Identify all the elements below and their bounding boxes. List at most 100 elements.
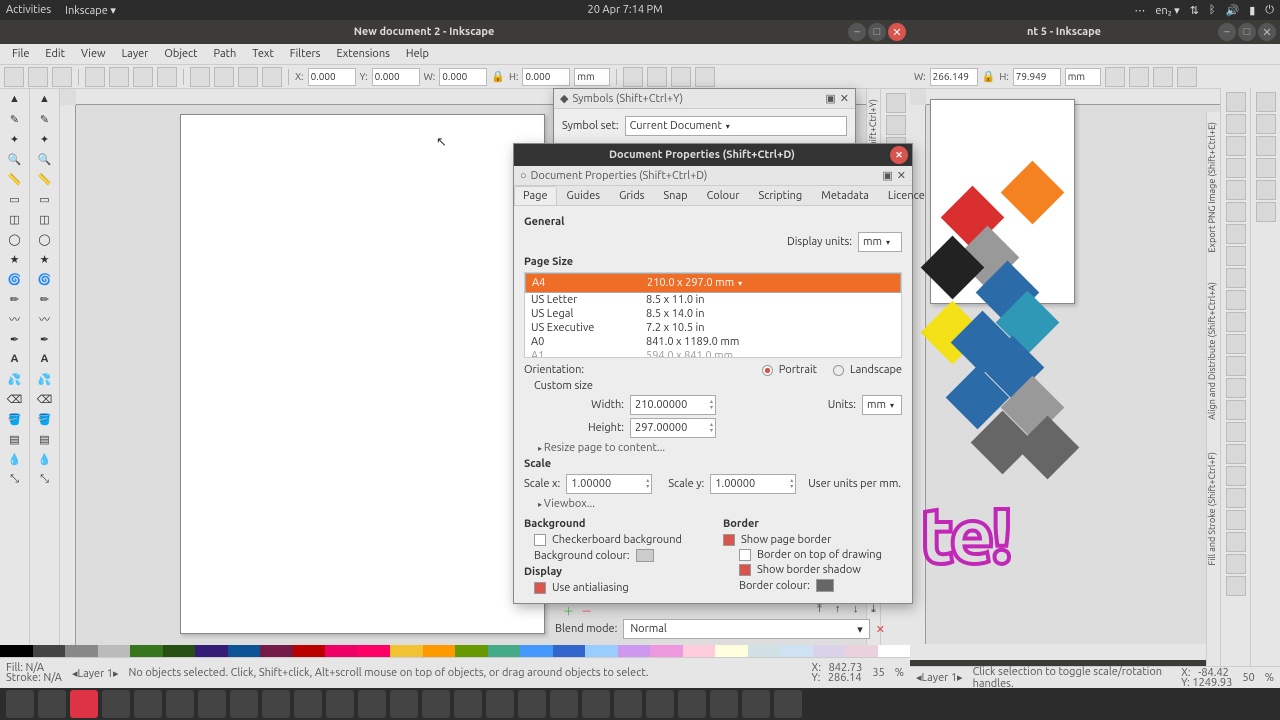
menu-path[interactable]: Path — [206, 46, 245, 62]
show-border-check[interactable] — [723, 534, 735, 546]
snap-icon[interactable] — [1226, 422, 1246, 442]
snap-icon[interactable] — [1226, 224, 1246, 244]
flip-h-icon[interactable] — [133, 67, 153, 87]
menu-view[interactable]: View — [73, 46, 114, 62]
snap-icon[interactable] — [1226, 202, 1246, 222]
swatch[interactable] — [293, 645, 326, 657]
sound-icon[interactable]: 🔊 — [1226, 4, 1240, 17]
close-panel-icon[interactable]: ✕ — [840, 92, 849, 105]
tool-icon[interactable]: 🔍 — [30, 149, 59, 169]
tool-icon[interactable]: ▭ — [30, 189, 59, 209]
color-palette[interactable] — [0, 645, 910, 657]
size-row[interactable]: US Executive7.2 x 10.5 in — [525, 321, 901, 335]
scale-x-input[interactable]: 1.00000 — [566, 474, 652, 494]
size-row[interactable]: US Letter8.5 x 11.0 in — [525, 293, 901, 307]
checkerboard-check[interactable] — [534, 534, 546, 546]
rect-tool-icon[interactable]: ▭ — [0, 189, 29, 209]
spiral-tool-icon[interactable]: 🌀 — [0, 269, 29, 289]
gradient-tool-icon[interactable]: ▤ — [0, 429, 29, 449]
star-tool-icon[interactable]: ★ — [0, 249, 29, 269]
node-tool-icon[interactable]: ✎ — [0, 109, 29, 129]
lock-icon[interactable]: 🔒 — [982, 70, 996, 83]
menu-text[interactable]: Text — [244, 46, 282, 62]
affect-icon[interactable] — [1129, 67, 1149, 87]
swatch[interactable] — [520, 645, 553, 657]
swatch[interactable] — [845, 645, 878, 657]
pencil-tool-icon[interactable]: ✏ — [0, 289, 29, 309]
commands-icon[interactable] — [1256, 158, 1276, 178]
3dbox-tool-icon[interactable]: ◫ — [0, 209, 29, 229]
taskbar-item[interactable] — [6, 690, 34, 718]
resize-expander[interactable]: Resize page to content... — [538, 442, 902, 454]
menu-filters[interactable]: Filters — [282, 46, 329, 62]
bgcolour-swatch[interactable] — [636, 549, 654, 562]
snap-icon[interactable] — [1226, 554, 1246, 574]
affect-icon[interactable] — [647, 67, 667, 87]
blend-mode-select[interactable]: Normal▾ — [623, 619, 869, 639]
affect-icon[interactable] — [695, 67, 715, 87]
tab-snap[interactable]: Snap — [654, 186, 696, 205]
tool-icon[interactable]: 〰 — [30, 309, 59, 329]
zoom-value[interactable]: 35 — [872, 667, 884, 679]
taskbar-item[interactable] — [710, 690, 738, 718]
snap-icon[interactable] — [1226, 334, 1246, 354]
scale-y-input[interactable]: 1.00000 — [710, 474, 796, 494]
snap-icon[interactable] — [1226, 290, 1246, 310]
height-input-back[interactable]: 79.949 — [1013, 68, 1061, 86]
swatch[interactable] — [650, 645, 683, 657]
lower-bottom-icon[interactable]: ⤓ — [871, 603, 885, 617]
taskbar-item[interactable] — [422, 690, 450, 718]
swatch[interactable] — [195, 645, 228, 657]
menu-layer[interactable]: Layer — [114, 46, 157, 62]
swatch[interactable] — [33, 645, 66, 657]
maximize-button[interactable]: □ — [1238, 23, 1256, 41]
snap-icon[interactable] — [1226, 488, 1246, 508]
taskbar-item[interactable] — [38, 690, 66, 718]
affect-icon[interactable] — [1105, 67, 1125, 87]
commands-icon[interactable] — [886, 93, 906, 113]
close-button[interactable]: ✕ — [888, 23, 906, 41]
display-units-select[interactable]: mm — [858, 232, 902, 252]
commands-icon[interactable] — [1256, 136, 1276, 156]
unit-select[interactable]: mm — [574, 68, 610, 86]
close-button-back[interactable]: ✕ — [1258, 23, 1276, 41]
dialog-close-button[interactable]: ✕ — [890, 146, 908, 164]
swatch[interactable] — [260, 645, 293, 657]
swatch[interactable] — [163, 645, 196, 657]
swatch[interactable] — [455, 645, 488, 657]
tool-icon[interactable]: ✏ — [30, 289, 59, 309]
lock-icon[interactable]: 🔒 — [491, 70, 505, 83]
tab-grids[interactable]: Grids — [610, 186, 653, 205]
tool-icon[interactable]: ★ — [30, 249, 59, 269]
power-icon[interactable]: ⏻ — [1265, 4, 1274, 17]
tool-icon[interactable]: ✎ — [30, 109, 59, 129]
tab-guides[interactable]: Guides — [558, 186, 610, 205]
snap-icon[interactable] — [1226, 576, 1246, 596]
dock-icon[interactable]: ▣ — [882, 169, 892, 182]
symbol-set-select[interactable]: Current Document — [625, 116, 847, 136]
select-all-layers-icon[interactable] — [28, 67, 48, 87]
taskbar-item[interactable] — [262, 690, 290, 718]
commands-icon[interactable] — [886, 115, 906, 135]
snap-icon[interactable] — [1226, 510, 1246, 530]
tool-icon[interactable]: A — [30, 349, 59, 369]
taskbar-item[interactable] — [614, 690, 642, 718]
close-layers-icon[interactable]: ✕ — [876, 623, 885, 636]
tool-icon[interactable]: ▲ — [30, 89, 59, 109]
menu-edit[interactable]: Edit — [37, 46, 73, 62]
landscape-radio[interactable] — [833, 365, 844, 376]
flip-v-icon[interactable] — [157, 67, 177, 87]
h-input[interactable]: 0.000 — [522, 68, 570, 86]
size-row[interactable]: US Legal8.5 x 14.0 in — [525, 307, 901, 321]
tool-icon[interactable]: ▤ — [30, 429, 59, 449]
minimize-button[interactable]: – — [848, 23, 866, 41]
taskbar-item[interactable] — [582, 690, 610, 718]
taskbar-item[interactable] — [678, 690, 706, 718]
swatch[interactable] — [98, 645, 131, 657]
taskbar-item[interactable] — [518, 690, 546, 718]
menu-extensions[interactable]: Extensions — [328, 46, 397, 62]
layer-indicator-back[interactable]: ◂Layer 1▸ — [916, 671, 963, 684]
taskbar-item[interactable] — [70, 690, 98, 718]
snap-icon[interactable] — [1226, 378, 1246, 398]
size-row[interactable]: A1594.0 x 841.0 mm — [525, 349, 901, 357]
